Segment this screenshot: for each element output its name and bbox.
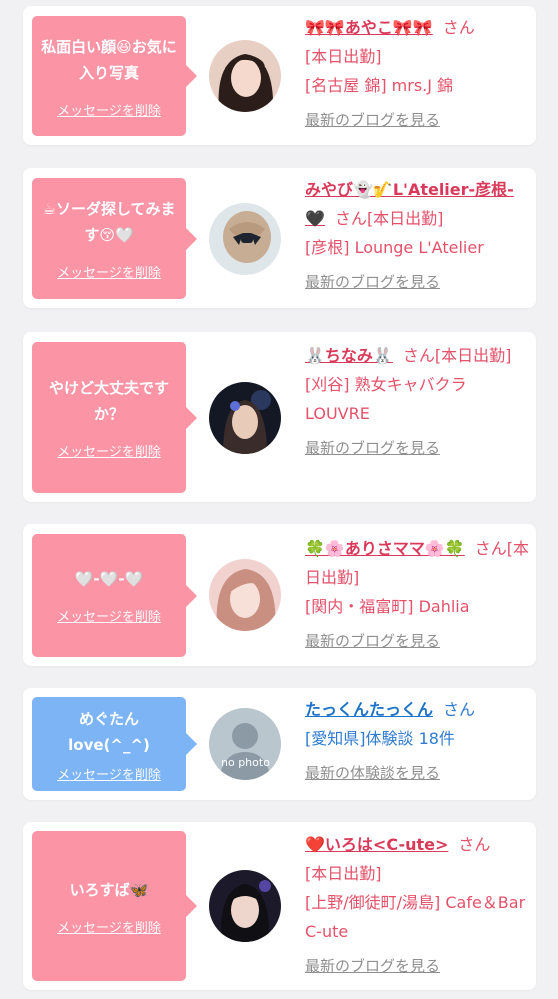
- avatar[interactable]: [209, 382, 281, 454]
- message-card: やけど大丈夫ですか？ メッセージを削除 🐰ちなみ🐰 さん[本日出勤] [刈谷] 熟…: [23, 332, 536, 502]
- no-photo-label: no photo: [221, 756, 270, 769]
- avatar[interactable]: no photo: [209, 708, 281, 780]
- message-bubble: いろすば🦋 メッセージを削除: [32, 831, 197, 981]
- shop-line: [彦根] Lounge L'Atelier: [305, 238, 484, 257]
- profile-name-link[interactable]: 🐰ちなみ🐰: [305, 346, 393, 365]
- delete-message-link[interactable]: メッセージを削除: [57, 606, 161, 625]
- honorific: さん: [474, 539, 507, 558]
- avatar[interactable]: [209, 203, 281, 275]
- message-text: 🤍-🤍-🤍: [74, 570, 144, 588]
- message-card: めぐたんlove(^_^) メッセージを削除 no photo たっくんたっくん…: [23, 688, 536, 800]
- shop-line: [名古屋 錦] mrs.J 錦: [305, 76, 454, 95]
- profile-name-link[interactable]: 🎀🎀あやこ🎀🎀: [305, 18, 433, 37]
- latest-blog-link[interactable]: 最新のブログを見る: [305, 434, 530, 463]
- shop-line: [刈谷] 熟女キャバクラLOUVRE: [305, 375, 467, 423]
- status-line: [本日出勤]: [305, 47, 382, 66]
- profile-info: ❤️いろは<C-ute> さん [本日出勤] [上野/御徒町/湯島] Cafe＆B…: [305, 830, 530, 981]
- status-line: [本日出勤]: [434, 346, 512, 365]
- latest-blog-link[interactable]: 最新のブログを見る: [305, 952, 530, 981]
- profile-name-link[interactable]: たっくんたっくん: [305, 700, 433, 719]
- delete-message-link[interactable]: メッセージを削除: [57, 764, 161, 783]
- message-bubble: 🤍-🤍-🤍 メッセージを削除: [32, 534, 197, 657]
- status-line: [本日出勤]: [366, 209, 444, 228]
- shop-line: [上野/御徒町/湯島] Cafe＆Bar C-ute: [305, 893, 526, 941]
- profile-info: たっくんたっくん さん [愛知県]体験談 18件 最新の体験談を見る: [305, 695, 530, 788]
- honorific: さん: [443, 700, 476, 719]
- message-text: めぐたんlove(^_^): [68, 709, 150, 754]
- avatar[interactable]: [209, 870, 281, 942]
- shop-line: [関内・福富町] Dahlia: [305, 597, 470, 616]
- latest-blog-link[interactable]: 最新のブログを見る: [305, 106, 530, 135]
- message-bubble: めぐたんlove(^_^) メッセージを削除: [32, 697, 197, 791]
- avatar[interactable]: [209, 40, 281, 112]
- delete-message-link[interactable]: メッセージを削除: [57, 917, 161, 936]
- profile-info: 🐰ちなみ🐰 さん[本日出勤] [刈谷] 熟女キャバクラLOUVRE 最新のブログを…: [305, 341, 530, 463]
- avatar[interactable]: [209, 559, 281, 631]
- message-card: いろすば🦋 メッセージを削除 ❤️いろは<C-ute> さん [本日出勤] [上野…: [23, 822, 536, 990]
- message-bubble: 私面白い顔😆お気に入り写真 メッセージを削除: [32, 16, 197, 136]
- profile-info: みやび👻🎷L'Atelier-彦根-🖤 さん[本日出勤] [彦根] Lounge …: [305, 175, 530, 297]
- message-bubble: ☕ソーダ探してみます😚🤍 メッセージを削除: [32, 178, 197, 299]
- delete-message-link[interactable]: メッセージを削除: [57, 262, 161, 281]
- honorific: さん: [402, 346, 435, 365]
- profile-name-link[interactable]: 🍀🌸ありさママ🌸🍀: [305, 539, 465, 558]
- latest-blog-link[interactable]: 最新のブログを見る: [305, 268, 530, 297]
- message-bubble: やけど大丈夫ですか？ メッセージを削除: [32, 342, 197, 493]
- profile-info: 🍀🌸ありさママ🌸🍀 さん[本日出勤] [関内・福富町] Dahlia 最新のブログ…: [305, 534, 530, 656]
- delete-message-link[interactable]: メッセージを削除: [57, 100, 161, 119]
- message-text: ☕ソーダ探してみます😚🤍: [42, 200, 176, 244]
- status-line: [本日出勤]: [305, 864, 382, 883]
- message-text: 私面白い顔😆お気に入り写真: [41, 37, 177, 82]
- message-text: やけど大丈夫ですか？: [48, 379, 169, 423]
- message-card: ☕ソーダ探してみます😚🤍 メッセージを削除 みやび👻🎷L'Atelier-彦根-…: [23, 168, 536, 308]
- profile-info: 🎀🎀あやこ🎀🎀 さん [本日出勤] [名古屋 錦] mrs.J 錦 最新のブログを…: [305, 13, 530, 135]
- message-card: 私面白い顔😆お気に入り写真 メッセージを削除 🎀🎀あやこ🎀🎀 さん [本日出勤] …: [23, 6, 536, 145]
- latest-blog-link[interactable]: 最新のブログを見る: [305, 627, 530, 656]
- honorific: さん: [334, 209, 367, 228]
- honorific: さん: [442, 18, 475, 37]
- delete-message-link[interactable]: メッセージを削除: [57, 441, 161, 460]
- profile-name-link[interactable]: ❤️いろは<C-ute>: [305, 835, 448, 854]
- message-text: いろすば🦋: [69, 880, 149, 899]
- review-count: [愛知県]体験談 18件: [305, 729, 455, 748]
- honorific: さん: [458, 835, 491, 854]
- latest-review-link[interactable]: 最新の体験談を見る: [305, 759, 530, 788]
- message-card: 🤍-🤍-🤍 メッセージを削除 🍀🌸ありさママ🌸🍀 さん[本日出勤] [関内・福富町…: [23, 524, 536, 666]
